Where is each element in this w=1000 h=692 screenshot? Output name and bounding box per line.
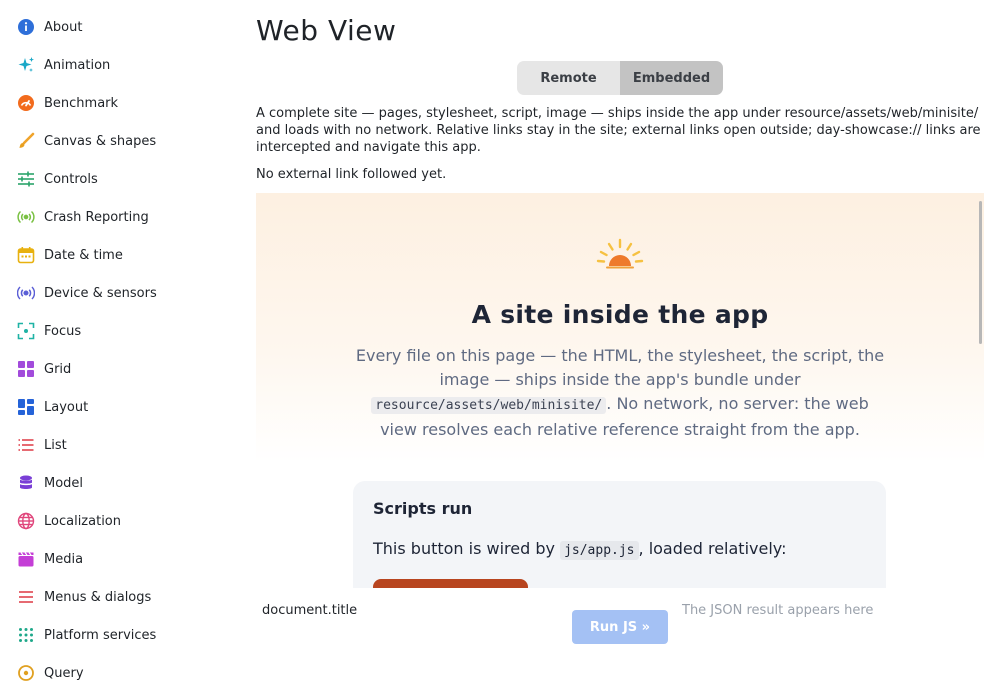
query-icon [17, 664, 35, 682]
sidebar-item-date-time[interactable]: Date & time [0, 236, 240, 274]
card-text-end: , loaded relatively: [638, 539, 787, 558]
js-expression-input[interactable] [256, 600, 568, 620]
focus-icon [17, 322, 35, 340]
card-text-start: This button is wired by [373, 539, 561, 558]
sidebar-item-label: Grid [44, 361, 72, 377]
sidebar-item-label: Device & sensors [44, 285, 157, 301]
sidebar-item-label: Controls [44, 171, 98, 187]
database-icon [17, 474, 35, 492]
link-status-text: No external link followed yet. [256, 167, 447, 182]
sidebar-item-canvas[interactable]: Canvas & shapes [0, 122, 240, 160]
web-view[interactable]: A site inside the app Every file on this… [256, 193, 984, 588]
broadcast-icon [17, 208, 35, 226]
sensor-icon [17, 284, 35, 302]
sidebar-item-label: Model [44, 475, 84, 491]
js-result-text: The JSON result appears here [682, 603, 874, 618]
page-description: A complete site — pages, stylesheet, scr… [256, 106, 981, 155]
sidebar-item-label: Query [44, 665, 84, 681]
sliders-icon [17, 170, 35, 188]
sidebar-item-label: Platform services [44, 627, 157, 643]
sidebar-item-label: Menus & dialogs [44, 589, 152, 605]
sidebar-item-label: Canvas & shapes [44, 133, 157, 149]
sidebar-item-label: Layout [44, 399, 89, 415]
hero-paragraph: Every file on this page — the HTML, the … [352, 344, 888, 442]
sidebar-item-grid[interactable]: Grid [0, 350, 240, 388]
layout-icon [17, 398, 35, 416]
hero-path-code: resource/assets/web/minisite/ [371, 397, 607, 414]
sunrise-image [596, 238, 644, 269]
sidebar-item-animation[interactable]: Animation [0, 46, 240, 84]
card-title: Scripts run [373, 499, 473, 518]
grid-icon [17, 360, 35, 378]
sidebar-item-platform-services[interactable]: Platform services [0, 616, 240, 654]
sidebar-item-label: Localization [44, 513, 121, 529]
sidebar-item-list[interactable]: List [0, 426, 240, 464]
calendar-icon [17, 246, 35, 264]
sidebar-item-label: About [44, 19, 83, 35]
sidebar-item-label: List [44, 437, 67, 453]
clapperboard-icon [17, 550, 35, 568]
speedometer-icon [17, 94, 35, 112]
menu-icon [17, 588, 35, 606]
info-icon [17, 18, 35, 36]
sparkles-icon [17, 56, 35, 74]
remote-tab-button[interactable]: Remote [517, 61, 620, 95]
sidebar-item-layout[interactable]: Layout [0, 388, 240, 426]
globe-icon [17, 512, 35, 530]
sidebar-item-label: Benchmark [44, 95, 119, 111]
scripts-card: Scripts run This button is wired by js/a… [353, 481, 886, 588]
sidebar-item-query[interactable]: Query [0, 654, 240, 692]
sidebar-item-media[interactable]: Media [0, 540, 240, 578]
sidebar-item-focus[interactable]: Focus [0, 312, 240, 350]
script-demo-button[interactable] [373, 579, 528, 588]
run-js-button[interactable]: Run JS » [572, 610, 668, 644]
sidebar-item-about[interactable]: About [0, 8, 240, 46]
sidebar-item-crash-reporting[interactable]: Crash Reporting [0, 198, 240, 236]
brush-icon [17, 132, 35, 150]
hero-title: A site inside the app [471, 300, 769, 329]
page-title: Web View [256, 14, 397, 47]
card-script-code: js/app.js [560, 541, 639, 560]
sidebar-item-device-sensors[interactable]: Device & sensors [0, 274, 240, 312]
sidebar-item-label: Crash Reporting [44, 209, 149, 225]
sidebar-item-localization[interactable]: Localization [0, 502, 240, 540]
sidebar-item-label: Focus [44, 323, 82, 339]
hero-text: Every file on this page — the HTML, the … [355, 346, 885, 389]
source-segmented-control: Remote Embedded [517, 61, 723, 95]
list-icon [17, 436, 35, 454]
sidebar-item-controls[interactable]: Controls [0, 160, 240, 198]
card-text: This button is wired by js/app.js, loade… [373, 539, 787, 560]
sidebar-item-label: Date & time [44, 247, 123, 263]
sidebar-item-benchmark[interactable]: Benchmark [0, 84, 240, 122]
sidebar-item-label: Animation [44, 57, 111, 73]
sidebar-item-menus-dialogs[interactable]: Menus & dialogs [0, 578, 240, 616]
embedded-tab-button[interactable]: Embedded [620, 61, 723, 95]
dots-grid-icon [17, 626, 35, 644]
sidebar-item-label: Media [44, 551, 84, 567]
sidebar-item-model[interactable]: Model [0, 464, 240, 502]
sidebar: About Animation Benchmark Canvas & shape… [0, 8, 240, 692]
